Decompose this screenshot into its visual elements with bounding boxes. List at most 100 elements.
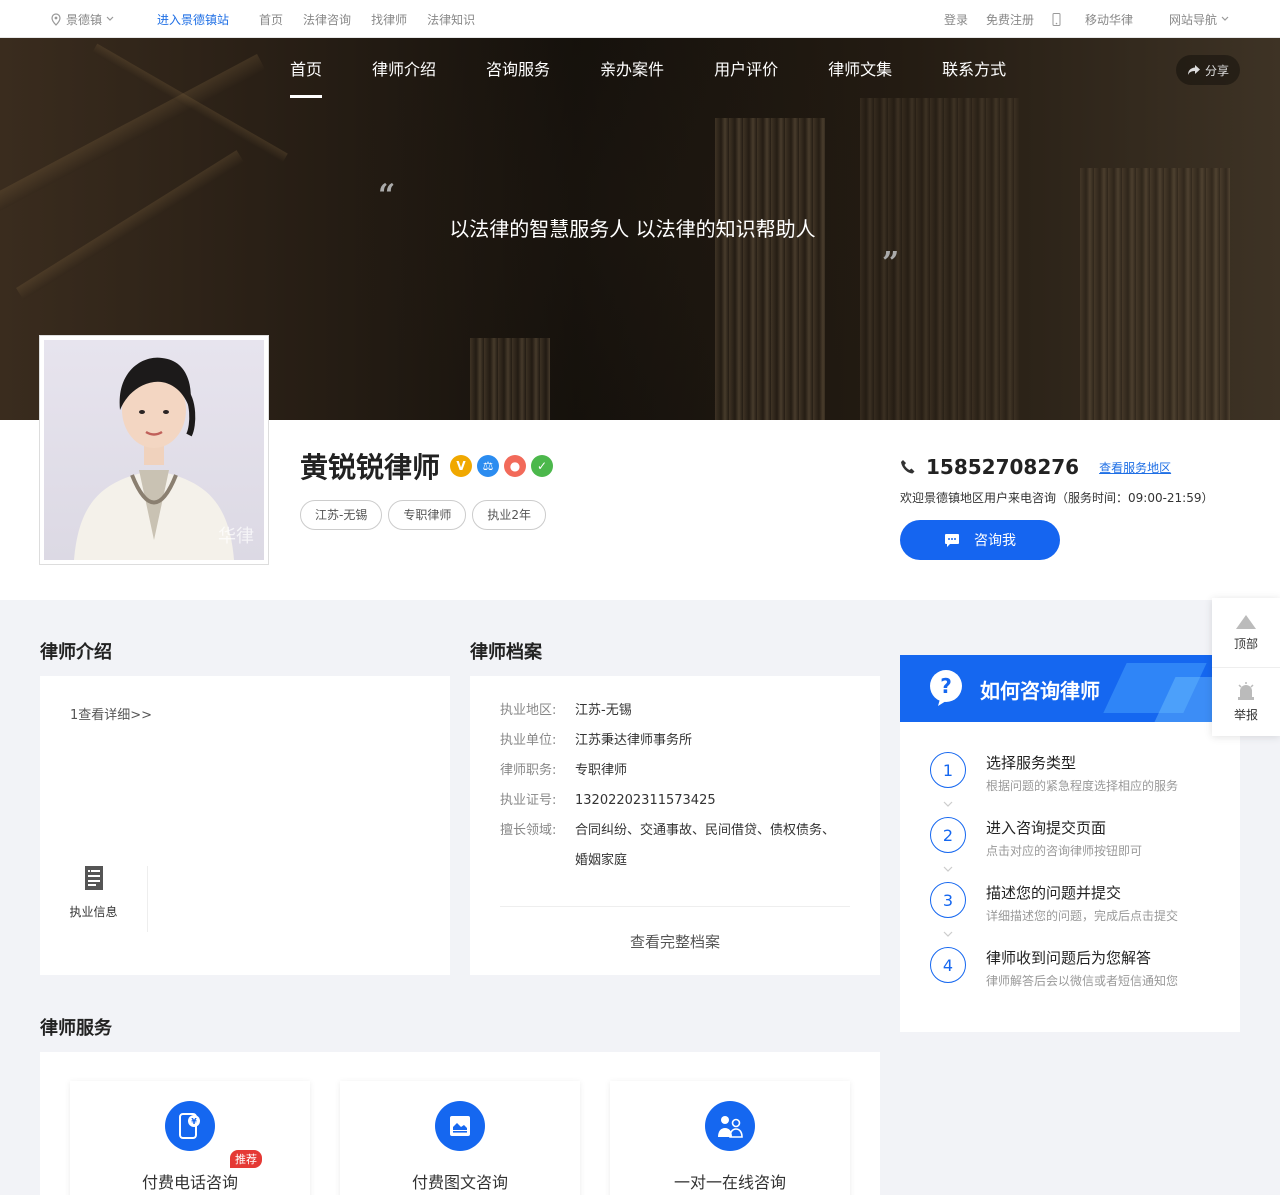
archive-divider (500, 906, 850, 907)
step-heading: 进入咨询提交页面 (986, 819, 1107, 837)
tab-contact[interactable]: 联系方式 (942, 38, 1006, 100)
chevron-down-icon (1221, 16, 1229, 21)
step-item: 3 描述您的问题并提交 详细描述您的问题，完成后点击提交 (930, 882, 1178, 924)
image-text-icon (435, 1101, 485, 1151)
share-label: 分享 (1204, 63, 1229, 78)
archive-key: 执业单位: (500, 733, 557, 748)
chevron-down-icon (943, 866, 953, 872)
service-label: 付费电话咨询 (141, 1173, 238, 1192)
step-item: 2 进入咨询提交页面 点击对应的咨询律师按钮即可 (930, 817, 1142, 859)
phone-row: 15852708276 查看服务地区 (900, 455, 1171, 479)
exec-info-button[interactable]: 执业信息 (40, 866, 148, 932)
lawyer-name-row: 黄锐锐律师 V ⚖ ● ✓ (300, 446, 558, 486)
archive-value: 专职律师 (575, 763, 628, 778)
tab-cases[interactable]: 亲办案件 (600, 38, 664, 100)
top-link-consult[interactable]: 法律咨询 (303, 11, 351, 28)
archive-row: 执业证号: 13202202311573425 (500, 786, 840, 816)
tab-consult-service[interactable]: 咨询服务 (486, 38, 550, 100)
chevron-down-icon (943, 931, 953, 937)
step-item: 4 律师收到问题后为您解答 律师解答后会以微信或者短信通知您 (930, 947, 1178, 989)
step-number: 3 (930, 882, 966, 918)
tag-role: 专职律师 (388, 500, 467, 530)
mobile-label: 移动华律 (1084, 12, 1133, 27)
main-nav: 首页 律师介绍 咨询服务 亲办案件 用户评价 律师文集 联系方式 (290, 38, 1056, 100)
how-to-consult-steps: 1 选择服务类型 根据问题的紧急程度选择相应的服务 2 进入咨询提交页面 点击对… (900, 722, 1240, 1032)
archive-key: 执业证号: (500, 793, 557, 808)
svg-text:¥: ¥ (191, 1117, 197, 1126)
archive-card: 执业地区: 江苏-无锡 执业单位: 江苏秉达律师事务所 律师职务: 专职律师 执… (470, 676, 880, 975)
top-bar: 景德镇 进入景德镇站 首页 法律咨询 找律师 法律知识 登录 免费注册 移动华律… (0, 0, 1280, 38)
mobile-phone-icon (1052, 12, 1061, 26)
location-pin-icon (51, 12, 61, 26)
chat-bubble-icon (945, 533, 959, 547)
lawyer-tags: 江苏-无锡 专职律师 执业2年 (300, 500, 552, 530)
register-link[interactable]: 免费注册 (986, 11, 1034, 28)
archive-row: 执业地区: 江苏-无锡 (500, 696, 840, 726)
service-text-consult[interactable]: 付费图文咨询 (340, 1081, 580, 1195)
top-link-knowledge[interactable]: 法律知识 (427, 11, 475, 28)
tag-region: 江苏-无锡 (300, 500, 383, 530)
archive-value: 江苏-无锡 (575, 703, 632, 718)
badge-group: V ⚖ ● ✓ (450, 455, 558, 477)
tab-home[interactable]: 首页 (290, 38, 323, 100)
step-item: 1 选择服务类型 根据问题的紧急程度选择相应的服务 (930, 752, 1178, 794)
report-button[interactable]: 举报 (1212, 667, 1280, 736)
archive-value: 合同纠纷、交通事故、民间借贷、债权债务、婚姻家庭 (575, 823, 836, 868)
tab-lawyer-intro[interactable]: 律师介绍 (372, 38, 436, 100)
step-subtext: 律师解答后会以微信或者短信通知您 (986, 974, 1179, 988)
step-number: 2 (930, 817, 966, 853)
location-selector[interactable]: 景德镇 (50, 11, 119, 28)
top-link-find-lawyer[interactable]: 找律师 (371, 11, 407, 28)
tab-articles[interactable]: 律师文集 (828, 38, 892, 100)
tab-reviews[interactable]: 用户评价 (714, 38, 778, 100)
archive-row: 律师职务: 专职律师 (500, 756, 840, 786)
lawyer-photo: 华律 (40, 336, 268, 564)
step-heading: 描述您的问题并提交 (986, 884, 1122, 902)
step-subtext: 点击对应的咨询律师按钮即可 (986, 844, 1143, 858)
consult-me-button[interactable]: 咨询我 (900, 520, 1060, 560)
intro-section-title: 律师介绍 (40, 642, 112, 663)
service-online-consult[interactable]: 一对一在线咨询 (610, 1081, 850, 1195)
archive-value: 江苏秉达律师事务所 (575, 733, 693, 748)
share-icon (1187, 65, 1200, 75)
back-to-top-label: 顶部 (1233, 636, 1258, 651)
step-heading: 律师收到问题后为您解答 (986, 949, 1152, 967)
chevron-down-icon (943, 801, 953, 807)
arrow-up-icon (1236, 614, 1256, 629)
phone-icon (901, 460, 915, 474)
exec-info-label: 执业信息 (69, 905, 118, 919)
step-subtext: 根据问题的紧急程度选择相应的服务 (986, 779, 1179, 793)
service-area-link[interactable]: 查看服务地区 (1099, 459, 1171, 476)
floating-sidebar: 顶部 举报 (1212, 598, 1280, 736)
archive-row: 执业单位: 江苏秉达律师事务所 (500, 726, 840, 756)
step-number: 1 (930, 752, 966, 788)
services-section-title: 律师服务 (40, 1018, 112, 1039)
archive-key: 擅长领域: (500, 823, 557, 838)
back-to-top-button[interactable]: 顶部 (1212, 598, 1280, 667)
top-link-home[interactable]: 首页 (259, 11, 283, 28)
phone-note: 欢迎景德镇地区用户来电咨询（服务时间：09:00-21:59） (900, 491, 1214, 505)
mobile-link[interactable]: 移动华律 (1052, 11, 1133, 28)
report-label: 举报 (1233, 708, 1258, 722)
alarm-bell-icon (1238, 682, 1254, 700)
recommended-badge: 推荐 (230, 1150, 262, 1168)
step-number: 4 (930, 947, 966, 983)
step-heading: 选择服务类型 (986, 754, 1077, 772)
share-button[interactable]: 分享 (1176, 55, 1240, 85)
one-on-one-icon (705, 1101, 755, 1151)
full-archive-link[interactable]: 查看完整档案 (470, 931, 880, 952)
enter-station-link[interactable]: 进入景德镇站 (157, 11, 229, 28)
hero-slogan: 以法律的智慧服务人 以法律的知识帮助人 (449, 217, 816, 241)
intro-text-link[interactable]: 1查看详细>> (70, 704, 152, 723)
how-to-consult-title: 如何咨询律师 (980, 679, 1100, 703)
phone-number[interactable]: 15852708276 (926, 455, 1079, 479)
person-badge-icon: ● (504, 455, 527, 477)
verified-v-icon: V (450, 455, 473, 477)
chevron-down-icon (106, 16, 114, 21)
how-to-consult-header: ? 如何咨询律师 (900, 655, 1240, 722)
site-nav-dropdown[interactable]: 网站导航 (1151, 11, 1230, 28)
service-phone-consult[interactable]: ¥ 推荐 付费电话咨询 (70, 1081, 310, 1195)
phone-consult-icon: ¥ (165, 1101, 215, 1151)
login-link[interactable]: 登录 (944, 11, 968, 28)
document-list-icon (84, 866, 103, 890)
